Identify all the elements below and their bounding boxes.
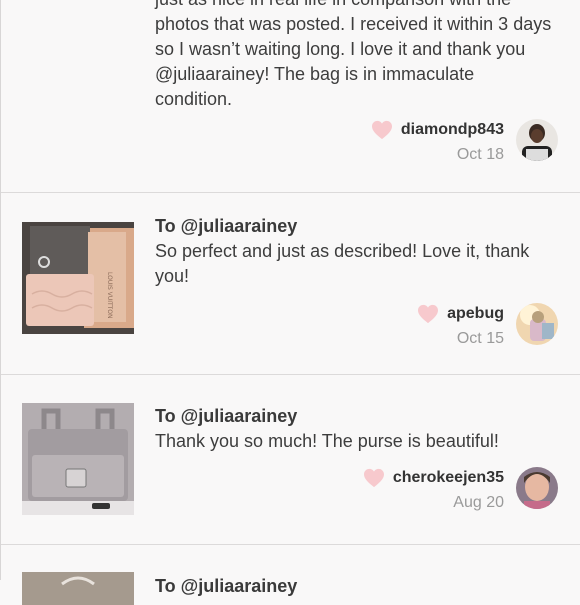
svg-text:LOUIS VUITTON: LOUIS VUITTON [106, 272, 113, 318]
review-date: Aug 20 [453, 494, 504, 511]
review-feed: just as nice in real life in comparison … [1, 0, 580, 605]
review-text: To @juliaarainey [155, 574, 555, 599]
reviewer-username[interactable]: apebug [447, 305, 504, 323]
review-recipient[interactable]: To @juliaarainey [155, 404, 555, 429]
review-date: Oct 18 [456, 146, 504, 163]
review-message: just as nice in real life in comparison … [155, 0, 552, 109]
review-item: LOUIS VUITTON To @juliaarainey So perfec… [1, 193, 580, 375]
avatar[interactable] [516, 303, 558, 345]
review-item: To @juliaarainey Thank you so much! The … [1, 375, 580, 545]
review-thumbnail[interactable] [22, 403, 134, 515]
wallet-pouch-photo: LOUIS VUITTON [22, 222, 134, 334]
review-thumbnail[interactable] [22, 572, 134, 605]
heart-icon[interactable] [371, 120, 393, 140]
review-message: Thank you so much! The purse is beautifu… [155, 431, 499, 451]
reviewer-username[interactable]: cherokeejen35 [393, 469, 504, 487]
review-meta: diamondp843 Oct 18 [371, 119, 504, 164]
gray-purse-photo [22, 403, 134, 515]
review-item: To @juliaarainey [1, 545, 580, 605]
heart-icon[interactable] [417, 304, 439, 324]
product-photo [22, 572, 134, 605]
review-recipient[interactable]: To @juliaarainey [155, 574, 555, 599]
review-meta: apebug Oct 15 [417, 303, 504, 348]
review-item: just as nice in real life in comparison … [1, 0, 580, 193]
review-meta: cherokeejen35 Aug 20 [363, 467, 504, 512]
avatar-photo-icon [516, 467, 558, 509]
review-text: just as nice in real life in comparison … [155, 0, 555, 112]
reviewer-username[interactable]: diamondp843 [401, 121, 504, 139]
review-recipient[interactable]: To @juliaarainey [155, 214, 555, 239]
review-message: So perfect and just as described! Love i… [155, 241, 530, 286]
avatar[interactable] [516, 119, 558, 161]
review-date: Oct 15 [456, 330, 504, 347]
avatar-photo-icon [516, 119, 558, 161]
review-thumbnail[interactable]: LOUIS VUITTON [22, 222, 134, 334]
avatar-photo-icon [516, 303, 558, 345]
review-text: To @juliaarainey So perfect and just as … [155, 214, 555, 289]
heart-icon[interactable] [363, 468, 385, 488]
avatar[interactable] [516, 467, 558, 509]
review-text: To @juliaarainey Thank you so much! The … [155, 404, 555, 454]
